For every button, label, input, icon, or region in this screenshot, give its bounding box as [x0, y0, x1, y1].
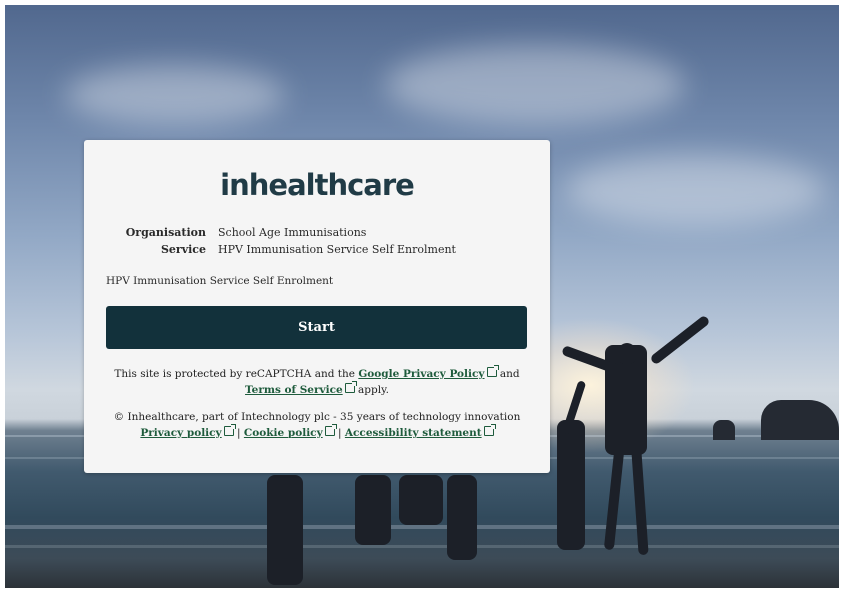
external-link-icon	[486, 365, 499, 377]
inhealthcare-logo: inhealthcare	[220, 168, 415, 202]
copyright-text: © Inhealthcare, part of Intechnology plc…	[113, 411, 521, 423]
recaptcha-notice: This site is protected by reCAPTCHA and …	[104, 365, 530, 398]
external-link-icon	[483, 424, 496, 436]
terms-of-service-link[interactable]: Terms of Service	[245, 381, 357, 396]
organisation-label: Organisation	[125, 226, 206, 239]
service-value: HPV Immunisation Service Self Enrolment	[218, 243, 456, 256]
service-details: Organisation School Age Immunisations Se…	[84, 224, 456, 258]
recaptcha-middle: and	[496, 368, 520, 380]
external-link-icon	[344, 381, 357, 393]
service-description: HPV Immunisation Service Self Enrolment	[106, 275, 334, 287]
organisation-row: Organisation School Age Immunisations	[84, 224, 456, 241]
cookie-policy-link[interactable]: Cookie policy	[244, 424, 337, 439]
privacy-policy-link[interactable]: Privacy policy	[140, 424, 236, 439]
google-privacy-policy-link[interactable]: Google Privacy Policy	[358, 365, 499, 380]
external-link-icon	[324, 424, 337, 436]
organisation-value: School Age Immunisations	[218, 226, 367, 239]
footer-links: Privacy policy | Cookie policy | Accessi…	[104, 424, 530, 441]
accessibility-statement-link[interactable]: Accessibility statement	[345, 424, 496, 439]
service-row: Service HPV Immunisation Service Self En…	[84, 241, 456, 258]
login-card: inhealthcare Organisation School Age Imm…	[84, 140, 550, 473]
start-button[interactable]: Start	[106, 306, 527, 349]
recaptcha-prefix: This site is protected by reCAPTCHA and …	[114, 368, 359, 380]
external-link-icon	[223, 424, 236, 436]
footer: © Inhealthcare, part of Intechnology plc…	[104, 409, 530, 441]
recaptcha-suffix: apply.	[354, 384, 389, 396]
service-label: Service	[160, 243, 206, 256]
